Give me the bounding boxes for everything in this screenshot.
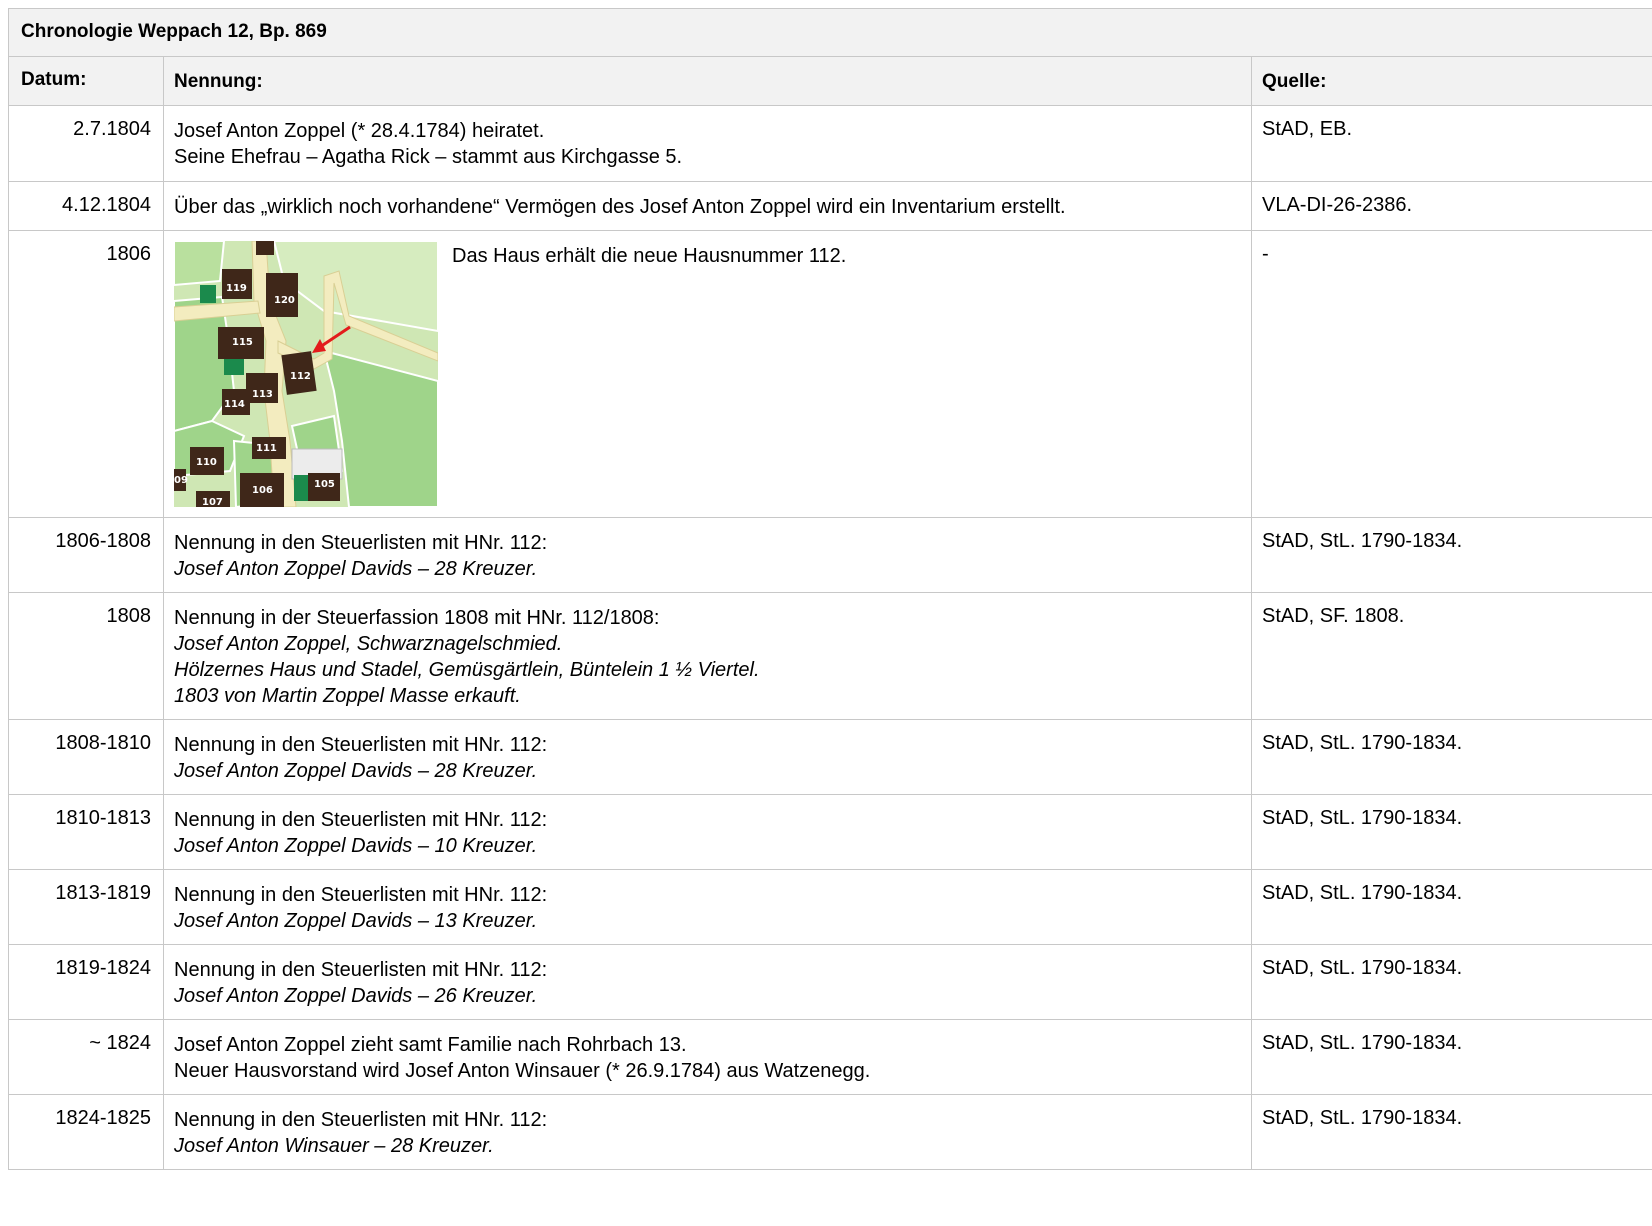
row-date: 1824-1825 xyxy=(8,1094,164,1170)
row-source: StAD, StL. 1790-1834. xyxy=(1250,517,1652,593)
mention-line: Josef Anton Winsauer – 28 Kreuzer. xyxy=(174,1135,494,1157)
row-mention: Nennung in der Steuerfassion 1808 mit HN… xyxy=(163,592,1252,720)
header-source: Quelle: xyxy=(1250,56,1652,106)
row-mention: Nennung in den Steuerlisten mit HNr. 112… xyxy=(163,794,1252,870)
map-label-120: 120 xyxy=(274,295,295,306)
table-row: 1806 119 120 115 112 113 114 111 110 09 … xyxy=(8,230,1652,518)
table-row: 2.7.1804 Josef Anton Zoppel (* 28.4.1784… xyxy=(8,105,1652,182)
map-label-115: 115 xyxy=(232,337,253,348)
title-row: Chronologie Weppach 12, Bp. 869 xyxy=(7,8,1652,57)
mention-line: Über das „wirklich noch vorhandene“ Verm… xyxy=(174,196,1066,218)
header-mention: Nennung: xyxy=(163,56,1252,106)
map-label-112: 112 xyxy=(290,371,311,382)
mention-line: Josef Anton Zoppel (* 28.4.1784) heirate… xyxy=(174,120,545,142)
row-source: StAD, EB. xyxy=(1250,105,1652,182)
row-mention: Nennung in den Steuerlisten mit HNr. 112… xyxy=(163,719,1252,795)
row-date: ~ 1824 xyxy=(8,1019,164,1095)
table-row: ~ 1824 Josef Anton Zoppel zieht samt Fam… xyxy=(8,1019,1652,1095)
row-mention: Nennung in den Steuerlisten mit HNr. 112… xyxy=(163,1094,1252,1170)
row-mention: Josef Anton Zoppel (* 28.4.1784) heirate… xyxy=(163,105,1252,182)
row-date: 1819-1824 xyxy=(8,944,164,1020)
cadastral-map: 119 120 115 112 113 114 111 110 09 106 1… xyxy=(174,241,438,507)
chronology-table: Chronologie Weppach 12, Bp. 869 Datum: N… xyxy=(7,8,1652,1170)
row-source: StAD, StL. 1790-1834. xyxy=(1250,944,1652,1020)
header-date: Datum: xyxy=(8,56,164,106)
row-mention: Nennung in den Steuerlisten mit HNr. 112… xyxy=(163,869,1252,945)
row-date: 4.12.1804 xyxy=(8,181,164,231)
table-row: 1824-1825 Nennung in den Steuerlisten mi… xyxy=(8,1094,1652,1170)
mention-line: Josef Anton Zoppel Davids – 28 Kreuzer. xyxy=(174,558,538,580)
map-label-09: 09 xyxy=(174,475,188,486)
mention-line: Josef Anton Zoppel Davids – 10 Kreuzer. xyxy=(174,835,538,857)
mention-line: Nennung in den Steuerlisten mit HNr. 112… xyxy=(174,809,548,831)
map-label-111: 111 xyxy=(256,443,277,454)
map-label-105: 105 xyxy=(314,479,335,490)
row-date: 1808 xyxy=(8,592,164,720)
mention-line: Josef Anton Zoppel zieht samt Familie na… xyxy=(174,1034,687,1056)
row-source: - xyxy=(1250,230,1652,518)
mention-line: Nennung in den Steuerlisten mit HNr. 112… xyxy=(174,532,548,554)
row-mention: Über das „wirklich noch vorhandene“ Verm… xyxy=(163,181,1252,231)
row-date: 1808-1810 xyxy=(8,719,164,795)
table-row: 1808-1810 Nennung in den Steuerlisten mi… xyxy=(8,719,1652,795)
row-source: StAD, StL. 1790-1834. xyxy=(1250,719,1652,795)
mention-line: Nennung in den Steuerlisten mit HNr. 112… xyxy=(174,884,548,906)
row-source: StAD, StL. 1790-1834. xyxy=(1250,1094,1652,1170)
table-row: 1810-1813 Nennung in den Steuerlisten mi… xyxy=(8,794,1652,870)
mention-line: Nennung in den Steuerlisten mit HNr. 112… xyxy=(174,959,548,981)
row-source: StAD, SF. 1808. xyxy=(1250,592,1652,720)
row-date: 1806 xyxy=(8,230,164,518)
table-row: 1813-1819 Nennung in den Steuerlisten mi… xyxy=(8,869,1652,945)
row-mention: Nennung in den Steuerlisten mit HNr. 112… xyxy=(163,944,1252,1020)
table-title: Chronologie Weppach 12, Bp. 869 xyxy=(7,8,1652,57)
map-label-113: 113 xyxy=(252,389,273,400)
map-label-114: 114 xyxy=(224,399,245,410)
mention-line: Neuer Hausvorstand wird Josef Anton Wins… xyxy=(174,1060,871,1082)
row-date: 1806-1808 xyxy=(8,517,164,593)
mention-line: Josef Anton Zoppel Davids – 26 Kreuzer. xyxy=(174,985,538,1007)
row-mention: Josef Anton Zoppel zieht samt Familie na… xyxy=(163,1019,1252,1095)
table-row: 1806-1808 Nennung in den Steuerlisten mi… xyxy=(8,517,1652,593)
table-row: 4.12.1804 Über das „wirklich noch vorhan… xyxy=(8,181,1652,231)
mention-line: Nennung in den Steuerlisten mit HNr. 112… xyxy=(174,734,548,756)
row-source: VLA-DI-26-2386. xyxy=(1250,181,1652,231)
mention-line: Das Haus erhält die neue Hausnummer 112. xyxy=(452,245,847,267)
row-source: StAD, StL. 1790-1834. xyxy=(1250,869,1652,945)
row-source: StAD, StL. 1790-1834. xyxy=(1250,1019,1652,1095)
map-label-106: 106 xyxy=(252,485,273,496)
header-row: Datum: Nennung: Quelle: xyxy=(8,56,1652,106)
mention-line: Josef Anton Zoppel, Schwarznagelschmied. xyxy=(174,633,563,655)
table-row: 1819-1824 Nennung in den Steuerlisten mi… xyxy=(8,944,1652,1020)
mention-line: 1803 von Martin Zoppel Masse erkauft. xyxy=(174,685,521,707)
row-mention: Nennung in den Steuerlisten mit HNr. 112… xyxy=(163,517,1252,593)
row-date: 2.7.1804 xyxy=(8,105,164,182)
mention-line: Josef Anton Zoppel Davids – 13 Kreuzer. xyxy=(174,910,538,932)
mention-line: Josef Anton Zoppel Davids – 28 Kreuzer. xyxy=(174,760,538,782)
map-label-110: 110 xyxy=(196,457,217,468)
row-mention: 119 120 115 112 113 114 111 110 09 106 1… xyxy=(163,230,1252,518)
map-label-107: 107 xyxy=(202,497,223,507)
map-label-119: 119 xyxy=(226,283,247,294)
table-row: 1808 Nennung in der Steuerfassion 1808 m… xyxy=(8,592,1652,720)
row-source: StAD, StL. 1790-1834. xyxy=(1250,794,1652,870)
row-date: 1810-1813 xyxy=(8,794,164,870)
mention-line: Nennung in der Steuerfassion 1808 mit HN… xyxy=(174,607,660,629)
row-date: 1813-1819 xyxy=(8,869,164,945)
mention-line: Seine Ehefrau – Agatha Rick – stammt aus… xyxy=(174,146,683,168)
mention-line: Hölzernes Haus und Stadel, Gemüsgärtlein… xyxy=(174,659,760,681)
mention-line: Nennung in den Steuerlisten mit HNr. 112… xyxy=(174,1109,548,1131)
